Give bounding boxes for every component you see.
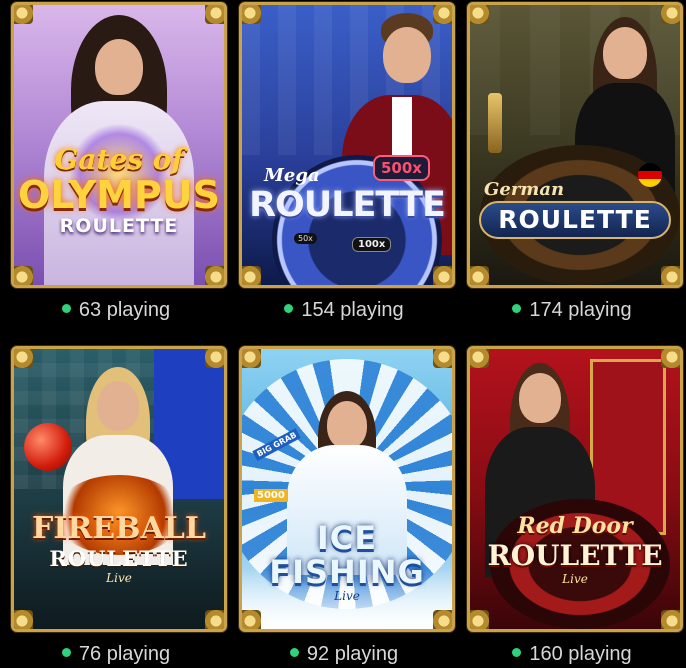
player-count: 154 playing [234,298,454,322]
logo-title-sub: FISHING [269,553,425,591]
game-logo: ICE FISHING Live [242,521,452,603]
game-logo: FIREBALL ROULETTE Live [14,511,224,585]
multiplier-chip: 100x [352,237,392,252]
frame-corner [14,5,33,24]
fireball-prop [24,423,72,471]
game-thumbnail[interactable]: BIG GRAB 5000 ICE FISHING Live [239,346,455,632]
player-count: 160 playing [462,642,682,666]
frame-corner [242,266,261,285]
player-count: 92 playing [234,642,454,666]
frame-corner [433,5,452,24]
online-dot-icon [61,304,71,314]
thumbnail-art [470,349,680,629]
game-tile-red-door-roulette[interactable]: Red Door ROULETTE Live 160 playing [462,346,683,666]
wheel-segment-label: 5000 [254,489,288,502]
logo-plaque: ROULETTE [479,201,671,239]
frame-corner [205,5,224,24]
thumbnail-art [14,349,224,629]
logo-title-big: ROULETTE [498,205,652,234]
logo-title-big: ROULETTE [249,185,446,225]
thumbnail-art [242,5,452,285]
game-thumbnail[interactable]: German ROULETTE [467,2,683,288]
frame-corner [14,266,33,285]
frame-corner [661,266,680,285]
frame-corner [205,349,224,368]
player-count-text: 154 playing [301,299,404,321]
game-tile-mega-roulette[interactable]: 500x Mega ROULETTE 50x 100x 154 playing [234,2,455,322]
frame-corner [205,266,224,285]
logo-title-big: ROULETTE [487,539,663,572]
logo-title-small: German [484,179,565,200]
face-shape [327,401,367,449]
logo-title-small: Mega [264,165,320,186]
logo-title-small: Gates of [54,143,184,176]
online-dot-icon [289,648,299,658]
logo-live-tag: Live [334,589,360,603]
frame-corner [433,610,452,629]
frame-corner [14,349,33,368]
player-count-text: 76 playing [78,643,171,665]
frame-corner [242,610,261,629]
frame-corner [433,266,452,285]
game-thumbnail[interactable]: FIREBALL ROULETTE Live [11,346,227,632]
game-logo: Mega ROULETTE [242,165,452,226]
online-dot-icon [61,648,71,658]
frame-corner [470,349,489,368]
face-shape [95,39,143,95]
wheel-spindle [488,93,502,153]
logo-title-small: Red Door [517,513,633,539]
logo-title-big: OLYMPUS [17,173,220,217]
frame-corner [242,5,261,24]
game-logo: German ROULETTE [470,181,680,239]
online-dot-icon [512,304,522,314]
frame-corner [470,266,489,285]
face-shape [97,381,139,431]
logo-live-tag: Live [106,571,132,585]
frame-corner [661,5,680,24]
game-logo: Gates of OLYMPUS ROULETTE [14,143,224,238]
frame-corner [470,5,489,24]
player-count-text: 63 playing [78,299,171,321]
game-thumbnail[interactable]: 500x Mega ROULETTE 50x 100x [239,2,455,288]
player-count: 174 playing [462,298,682,322]
frame-corner [661,349,680,368]
frame-corner [14,610,33,629]
game-logo: Red Door ROULETTE Live [470,513,680,586]
frame-corner [433,349,452,368]
frame-corner [661,610,680,629]
game-thumbnail[interactable]: Red Door ROULETTE Live [467,346,683,632]
logo-title-sub: ROULETTE [59,215,179,237]
player-count: 63 playing [6,298,226,322]
logo-live-tag: Live [562,572,588,586]
frame-corner [470,610,489,629]
game-tile-german-roulette[interactable]: German ROULETTE 174 playing [462,2,683,322]
game-thumbnail[interactable]: Gates of OLYMPUS ROULETTE [11,2,227,288]
game-tile-fireball-roulette[interactable]: FIREBALL ROULETTE Live 76 playing [6,346,227,666]
frame-corner [205,610,224,629]
player-count-text: 174 playing [529,299,632,321]
online-dot-icon [284,304,294,314]
logo-title-sub: ROULETTE [49,546,189,571]
face-shape [603,27,647,79]
multiplier-chip: 50x [294,233,317,244]
online-dot-icon [512,648,522,658]
game-tile-gates-of-olympus-roulette[interactable]: Gates of OLYMPUS ROULETTE 63 playing [6,2,227,322]
logo-title-big: FIREBALL [32,511,206,546]
frame-corner [242,349,261,368]
logo-title-big: ICE [316,519,378,557]
face-shape [383,27,431,83]
game-grid: Gates of OLYMPUS ROULETTE 63 playing 500… [0,0,686,668]
game-tile-ice-fishing[interactable]: BIG GRAB 5000 ICE FISHING Live 92 playin… [234,346,455,666]
player-count-text: 92 playing [306,643,399,665]
player-count-text: 160 playing [529,643,632,665]
thumbnail-art [470,5,680,285]
player-count: 76 playing [6,642,226,666]
face-shape [519,373,561,423]
